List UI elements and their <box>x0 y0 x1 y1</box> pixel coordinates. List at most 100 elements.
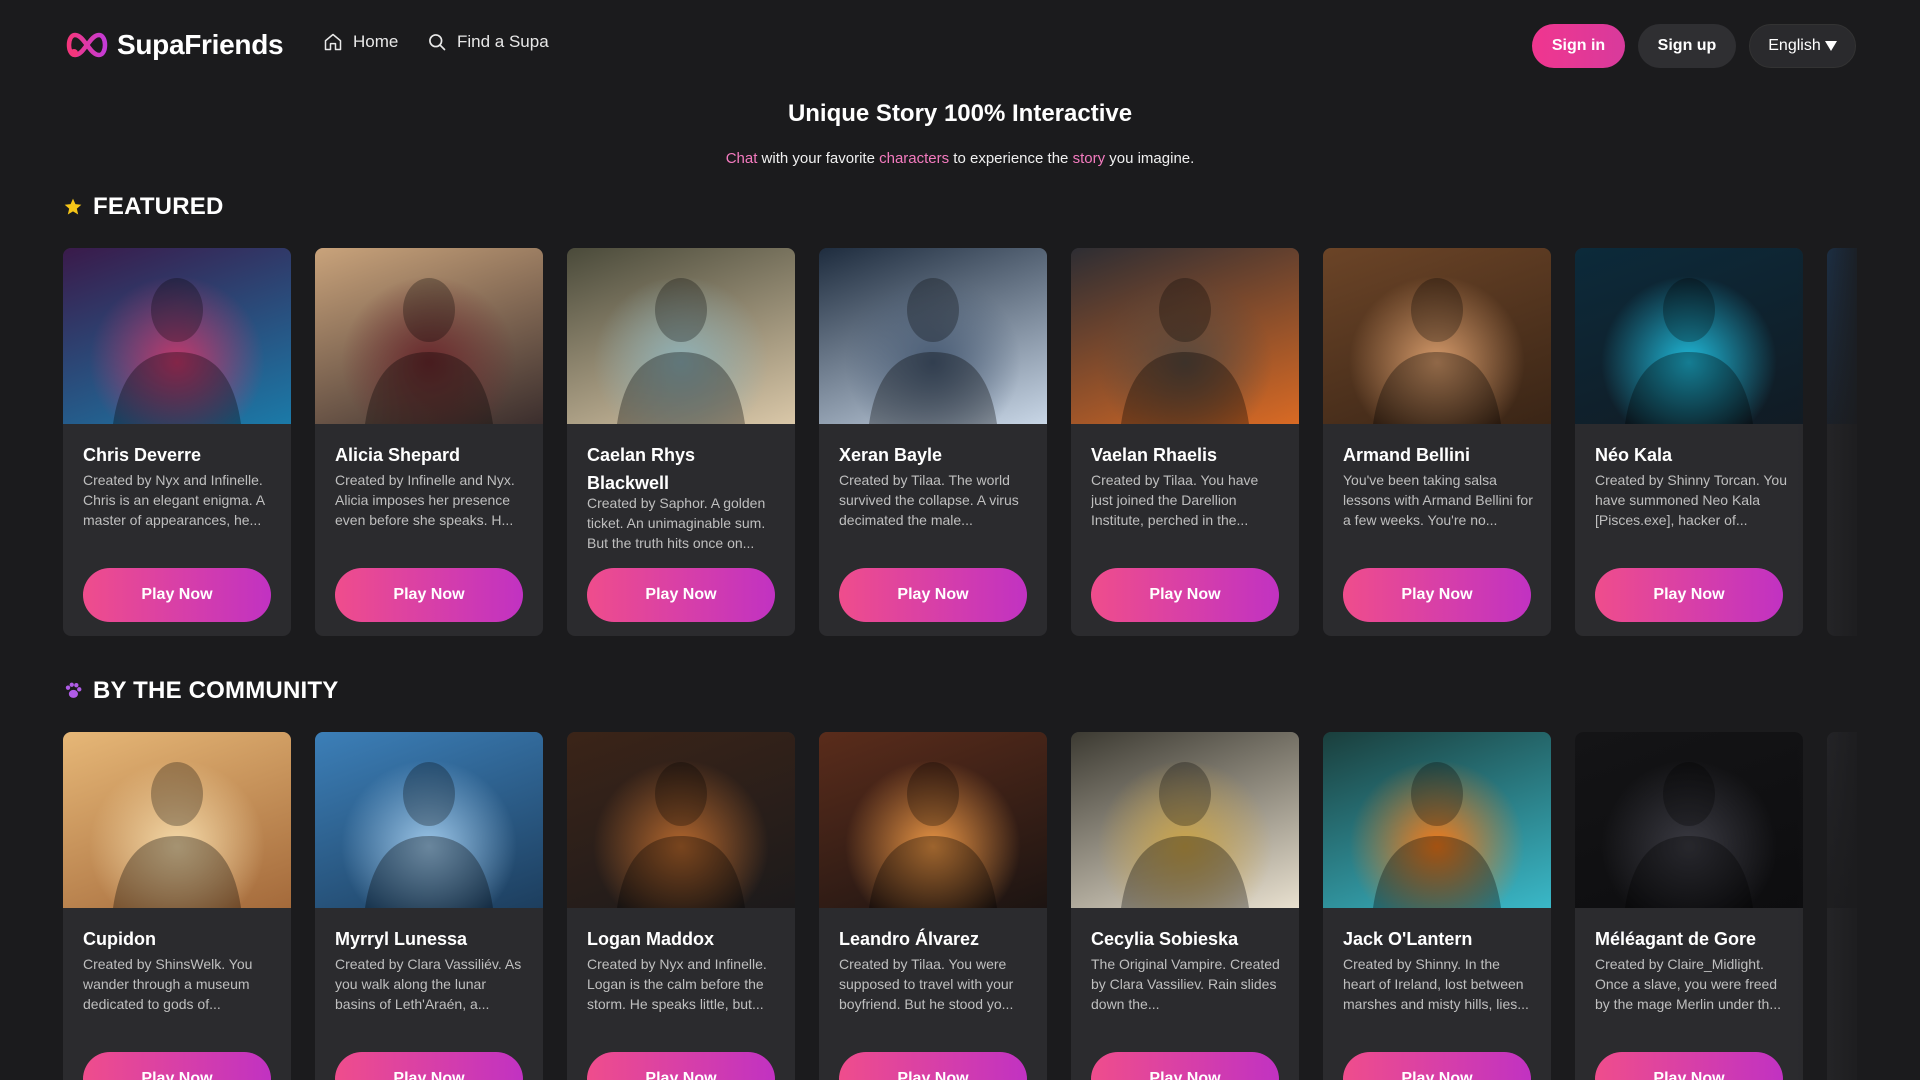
character-card[interactable]: Néo Kala Created by Shinny Torcan. You ha… <box>1575 248 1803 636</box>
character-card[interactable]: Alicia Shepard Created by Infinelle and N… <box>315 248 543 636</box>
character-name: Cupidon <box>83 929 156 949</box>
nav-home[interactable]: Home <box>323 32 398 52</box>
paw-icon <box>65 682 82 698</box>
character-portrait[interactable] <box>315 248 543 424</box>
community-section-title: BY THE COMMUNITY <box>63 677 338 705</box>
character-card[interactable]: Leandro Álvarez Created by Tilaa. You wer… <box>819 732 1047 1080</box>
play-now-button[interactable]: Play Now <box>1595 568 1783 622</box>
language-select[interactable]: English <box>1749 24 1856 68</box>
play-now-button[interactable]: Play Now <box>1343 1052 1531 1080</box>
portrait-silhouette <box>1373 278 1501 424</box>
portrait-silhouette <box>1827 732 1857 908</box>
character-name: Xeran Bayle <box>839 445 943 465</box>
character-name: Vaelan Rhaelis <box>1091 445 1218 465</box>
character-card[interactable]: Cupidon Created by ShinsWelk. You wander … <box>63 732 291 1080</box>
character-portrait[interactable] <box>1071 248 1299 424</box>
character-name: Jack O'Lantern <box>1343 929 1473 949</box>
character-name: Alicia Shepard <box>335 445 461 465</box>
search-icon <box>429 34 446 51</box>
portrait-silhouette <box>1373 762 1501 908</box>
hero-text-1: with your favorite <box>757 150 880 167</box>
character-description: Created by Nyx and Infinelle. Chris is a… <box>83 472 265 528</box>
character-name: Cecylia Sobieska <box>1091 929 1239 949</box>
character-name: Armand Bellini <box>1343 445 1471 465</box>
character-portrait[interactable] <box>567 248 795 424</box>
nav-home-label: Home <box>353 32 399 51</box>
play-now-button[interactable]: Play Now <box>83 1052 271 1080</box>
top-nav: SupaFriends Home Find a Supa Sign in Sig… <box>0 0 1920 92</box>
play-now-button[interactable]: Play Now <box>587 1052 775 1080</box>
hero-text-2: to experience the <box>949 150 1073 167</box>
portrait-silhouette <box>1827 248 1857 424</box>
play-now-button[interactable]: Play Now <box>1091 1052 1279 1080</box>
character-description: Created by Shinny. In the heart of Irela… <box>1343 956 1529 1012</box>
character-portrait[interactable] <box>63 732 291 908</box>
character-portrait[interactable] <box>63 248 291 424</box>
character-portrait[interactable] <box>1827 248 1857 424</box>
play-now-button[interactable]: Play Now <box>335 568 523 622</box>
language-label: English <box>1768 37 1821 54</box>
play-now-button[interactable]: Play Now <box>83 568 271 622</box>
character-portrait[interactable] <box>315 732 543 908</box>
sign-in-button[interactable]: Sign in <box>1532 24 1625 68</box>
play-now-button[interactable]: Play Now <box>839 568 1027 622</box>
character-name: Méléagant de Gore <box>1595 929 1757 949</box>
character-card[interactable]: Jack O'Lantern Created by Shinny. In the … <box>1323 732 1551 1080</box>
portrait-silhouette <box>365 762 493 908</box>
character-description: The Original Vampire. Created by Clara V… <box>1091 956 1280 1012</box>
play-now-button[interactable]: Play Now <box>839 1052 1027 1080</box>
character-card[interactable]: Armand Bellini You've been taking salsa l… <box>1323 248 1551 636</box>
character-card[interactable] <box>1827 732 1857 1080</box>
character-card[interactable]: Myrryl Lunessa Created by Clara Vassiliév… <box>315 732 543 1080</box>
star-icon <box>64 198 82 215</box>
character-portrait[interactable] <box>1071 732 1299 908</box>
character-name: Caelan Rhys Blackwell <box>587 445 696 493</box>
hero-subtitle: Chat with your favorite characters to ex… <box>0 150 1920 167</box>
character-description: Created by Saphor. A golden ticket. An u… <box>587 495 766 551</box>
play-now-button[interactable]: Play Now <box>1595 1052 1783 1080</box>
character-card[interactable]: Méléagant de Gore Created by Claire_Midli… <box>1575 732 1803 1080</box>
caret-down-icon <box>1824 41 1837 51</box>
community-carousel[interactable]: Cupidon Created by ShinsWelk. You wander … <box>63 732 1857 1080</box>
portrait-silhouette <box>113 278 241 424</box>
character-name: Néo Kala <box>1595 445 1673 465</box>
play-now-button[interactable]: Play Now <box>1343 568 1531 622</box>
character-portrait[interactable] <box>1323 732 1551 908</box>
hero-highlight-characters: characters <box>879 150 950 167</box>
featured-section-title: FEATURED <box>63 193 223 221</box>
portrait-silhouette <box>1625 762 1753 908</box>
play-now-button[interactable]: Play Now <box>587 568 775 622</box>
sign-up-button[interactable]: Sign up <box>1638 24 1736 68</box>
character-card[interactable]: Cecylia Sobieska The Original Vampire. Cr… <box>1071 732 1299 1080</box>
play-now-button[interactable]: Play Now <box>1091 568 1279 622</box>
character-portrait[interactable] <box>1575 732 1803 908</box>
featured-carousel[interactable]: Chris Deverre Created by Nyx and Infinell… <box>63 248 1857 648</box>
character-card[interactable]: Logan Maddox Created by Nyx and Infinelle… <box>567 732 795 1080</box>
nav-find-a-supa[interactable]: Find a Supa <box>427 32 549 52</box>
character-portrait[interactable] <box>567 732 795 908</box>
portrait-silhouette <box>869 762 997 908</box>
character-portrait[interactable] <box>1827 732 1857 908</box>
character-card[interactable]: Vaelan Rhaelis Created by Tilaa. You have… <box>1071 248 1299 636</box>
portrait-silhouette <box>617 762 745 908</box>
character-portrait[interactable] <box>819 732 1047 908</box>
portrait-silhouette <box>1121 278 1249 424</box>
character-portrait[interactable] <box>1575 248 1803 424</box>
character-name: Logan Maddox <box>587 929 714 949</box>
character-description: Created by Tilaa. You were supposed to t… <box>839 956 1014 1012</box>
character-description: Created by Tilaa. The world survived the… <box>839 472 1019 528</box>
logo[interactable]: SupaFriends <box>63 27 284 63</box>
character-description: Created by Claire_Midlight. Once a slave… <box>1595 956 1781 1012</box>
character-card[interactable]: Xeran Bayle Created by Tilaa. The world s… <box>819 248 1047 636</box>
infinity-logo-icon <box>66 32 108 58</box>
character-card[interactable]: Caelan Rhys Blackwell Created by Saphor. … <box>567 248 795 636</box>
character-description: Created by Nyx and Infinelle. Logan is t… <box>587 956 767 1012</box>
character-description: Created by Infinelle and Nyx. Alicia imp… <box>335 472 515 528</box>
character-portrait[interactable] <box>1323 248 1551 424</box>
character-portrait[interactable] <box>819 248 1047 424</box>
character-card[interactable] <box>1827 248 1857 636</box>
portrait-silhouette <box>1121 762 1249 908</box>
character-card[interactable]: Chris Deverre Created by Nyx and Infinell… <box>63 248 291 636</box>
play-now-button[interactable]: Play Now <box>335 1052 523 1080</box>
portrait-silhouette <box>617 278 745 424</box>
